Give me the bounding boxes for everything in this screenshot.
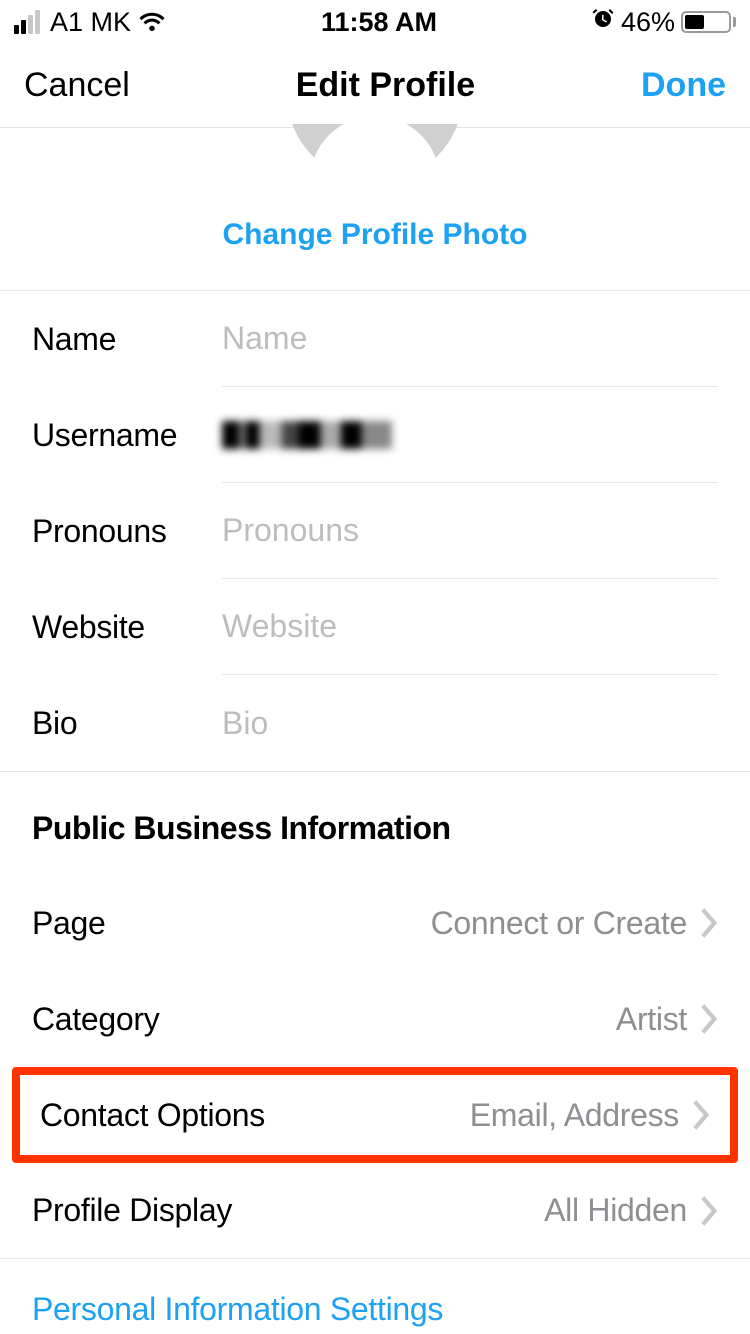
business-section: Public Business Information Page Connect… [0,772,750,1259]
nav-bar: Cancel Edit Profile Done [0,44,750,128]
contact-options-value: Email, Address [470,1097,679,1134]
status-time: 11:58 AM [321,7,437,38]
change-profile-photo-button[interactable]: Change Profile Photo [0,184,750,290]
personal-info-settings-link[interactable]: Personal Information Settings [0,1259,750,1328]
name-field[interactable] [222,320,718,357]
pronouns-row[interactable]: Pronouns [0,483,750,579]
alarm-icon [591,7,615,38]
chevron-right-icon [701,1004,718,1034]
carrier-label: A1 MK [50,7,131,38]
profile-display-label: Profile Display [32,1192,544,1229]
username-label: Username [32,417,222,454]
cancel-button[interactable]: Cancel [24,66,130,105]
profile-display-value: All Hidden [544,1192,687,1229]
battery-percent: 46% [621,7,675,38]
page-title: Edit Profile [296,66,475,105]
wifi-icon [137,7,167,38]
username-row[interactable]: Username [0,387,750,483]
name-row[interactable]: Name [0,291,750,387]
bio-label: Bio [32,705,222,742]
category-label: Category [32,1001,616,1038]
pronouns-label: Pronouns [32,513,222,550]
bio-field[interactable] [222,705,718,742]
avatar-placeholder[interactable] [285,124,465,184]
website-field[interactable] [222,608,718,645]
chevron-right-icon [693,1100,710,1130]
profile-display-row[interactable]: Profile Display All Hidden [0,1163,750,1259]
website-row[interactable]: Website [0,579,750,675]
chevron-right-icon [701,908,718,938]
contact-options-label: Contact Options [40,1097,470,1134]
basic-fields-section: Name Username Pronouns Website Bio [0,290,750,772]
chevron-right-icon [701,1196,718,1226]
category-row[interactable]: Category Artist [0,971,750,1067]
business-section-header: Public Business Information [0,772,750,875]
username-field[interactable] [222,421,392,449]
page-row[interactable]: Page Connect or Create [0,875,750,971]
website-label: Website [32,609,222,646]
battery-icon [681,11,736,33]
signal-strength-icon [14,10,40,34]
category-value: Artist [616,1001,687,1038]
done-button[interactable]: Done [641,66,726,105]
page-label: Page [32,905,431,942]
contact-options-row[interactable]: Contact Options Email, Address [12,1067,738,1163]
avatar-section: Change Profile Photo [0,124,750,290]
pronouns-field[interactable] [222,512,718,549]
status-bar: A1 MK 11:58 AM 46% [0,0,750,44]
name-label: Name [32,321,222,358]
page-value: Connect or Create [431,905,687,942]
bio-row[interactable]: Bio [0,675,750,771]
